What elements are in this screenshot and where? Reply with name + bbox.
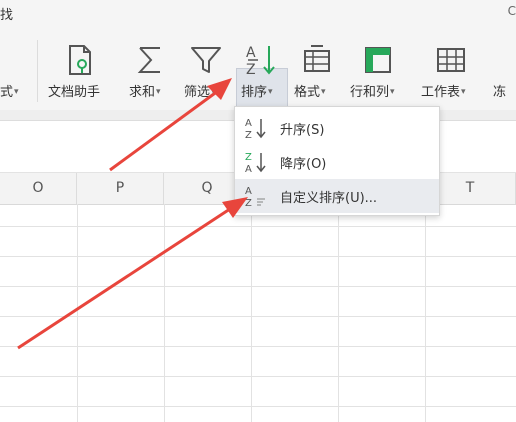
svg-text:A: A: [245, 186, 252, 197]
sort-icon: A Z: [244, 42, 280, 78]
top-right-glyph: C: [507, 4, 516, 18]
rows-columns-button[interactable]: 行和列▾: [350, 30, 412, 110]
sort-dropdown-menu: A Z 升序(S) Z A 降序(O) A Z 自定义排序(U)...: [234, 106, 440, 216]
ribbon-toolbar: 式▾ 文档助手 求和▾ 筛选▾ A Z 排序▾ 格式▾ 行和列▾ 工作表▾ 冻: [0, 30, 516, 134]
menu-item-sort-ascending[interactable]: A Z 升序(S): [235, 111, 439, 145]
format-label: 格式▾: [294, 85, 326, 100]
sort-ascending-icon: A Z: [245, 116, 267, 141]
sort-descending-label: 降序(O): [280, 157, 327, 172]
svg-text:Z: Z: [245, 130, 252, 140]
worksheet-button[interactable]: 工作表▾: [421, 30, 483, 110]
grid-column-line: [164, 204, 165, 422]
sum-icon: [132, 42, 168, 78]
sort-descending-icon: Z A: [245, 150, 267, 175]
document-assistant-icon: [62, 42, 98, 78]
sort-label: 排序▾: [241, 85, 273, 100]
freeze-button[interactable]: 冻: [493, 30, 516, 110]
filter-label: 筛选▾: [184, 85, 216, 100]
filter-button[interactable]: 筛选▾: [184, 30, 234, 110]
svg-text:A: A: [246, 45, 256, 61]
cell-grid[interactable]: [0, 204, 516, 422]
sum-button[interactable]: 求和▾: [126, 30, 176, 110]
document-assistant-button[interactable]: 文档助手: [46, 30, 116, 110]
freeze-label: 冻: [493, 85, 507, 100]
worksheet-label: 工作表▾: [421, 85, 466, 100]
column-header-p[interactable]: P: [77, 173, 164, 204]
document-assistant-label: 文档助手: [48, 85, 101, 100]
rows-columns-label: 行和列▾: [350, 85, 395, 100]
grid-column-line: [425, 204, 426, 422]
sort-ascending-label: 升序(S): [280, 123, 325, 138]
custom-sort-icon: A Z: [245, 184, 267, 209]
rows-columns-icon: [360, 42, 396, 78]
grid-column-line: [251, 204, 252, 422]
sum-label: 求和▾: [129, 85, 161, 100]
sort-button[interactable]: A Z 排序▾: [238, 30, 288, 110]
find-label: 找: [0, 8, 14, 23]
ribbon-separator: [37, 40, 38, 102]
cell-style-button[interactable]: 式▾: [0, 30, 30, 110]
filter-icon: [188, 42, 224, 78]
svg-text:Z: Z: [245, 152, 252, 163]
svg-text:Z: Z: [246, 62, 256, 78]
top-title-strip: 找 C: [0, 0, 516, 30]
worksheet-icon: [433, 42, 469, 78]
custom-sort-label: 自定义排序(U)...: [280, 191, 378, 206]
menu-item-custom-sort[interactable]: A Z 自定义排序(U)...: [235, 179, 439, 213]
format-button[interactable]: 格式▾: [293, 30, 343, 110]
svg-text:A: A: [245, 118, 252, 129]
svg-text:A: A: [245, 164, 252, 174]
menu-item-sort-descending[interactable]: Z A 降序(O): [235, 145, 439, 179]
grid-column-line: [338, 204, 339, 422]
cell-style-label: 式▾: [0, 85, 19, 100]
svg-text:Z: Z: [245, 198, 252, 208]
format-icon: [299, 42, 335, 78]
column-header-o[interactable]: O: [0, 173, 77, 204]
grid-column-line: [77, 204, 78, 422]
